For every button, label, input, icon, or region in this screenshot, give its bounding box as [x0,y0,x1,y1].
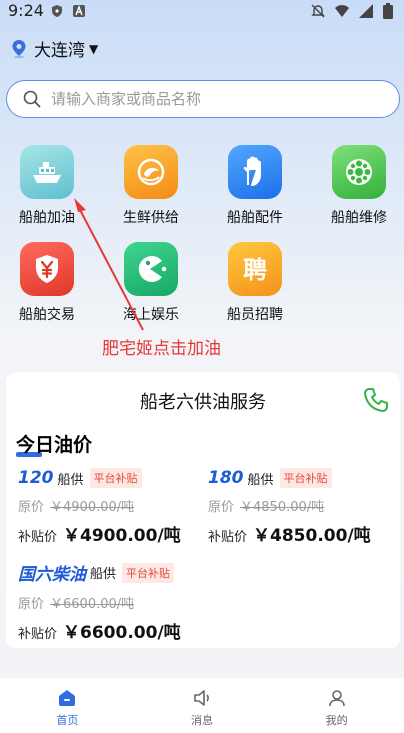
status-bar: 9:24 [0,0,404,24]
orig-label: 原价 [18,597,45,612]
bottom-nav: 首页 消息 我的 [0,678,404,733]
nav-item-profile[interactable]: 我的 [269,678,404,733]
grid-label: 船舶配件 [227,210,283,226]
grid-label: 船舶交易 [19,307,75,323]
nav-item-home[interactable]: 首页 [0,678,135,733]
grid-item-recruit[interactable]: 聘 船员招聘 [214,242,296,324]
wifi-icon [335,5,349,17]
home-icon [59,690,76,706]
sub-label: 补贴价 [208,530,248,545]
orig-label: 原价 [18,500,45,515]
supply-text: 船供 [90,567,117,582]
search-icon [23,90,41,108]
fuel-name: 国六柴油 [18,565,86,585]
sub-price: ￥4900.00/吨 [63,526,181,546]
status-time: 9:24 [8,1,44,20]
grid-label: 船员招聘 [227,307,283,323]
section-title: 今日油价 [16,434,93,456]
grid-item-fuel[interactable]: 船舶加油 [6,145,88,227]
nav-label: 消息 [191,714,213,727]
orig-price: ￥4900.00/吨 [50,500,135,515]
orig-label: 原价 [208,500,235,515]
fuel-name: 120 [18,468,54,488]
subsidy-badge: 平台补贴 [89,468,142,488]
battery-icon [383,3,393,19]
profile-icon [328,690,345,707]
yen-shield-icon [20,242,74,296]
shrimp-icon [124,145,178,199]
price-block[interactable]: 180 船供 平台补贴 原价 ￥4850.00/吨 补贴价 ￥4850.00/吨 [208,468,398,546]
price-block[interactable]: 国六柴油 船供 平台补贴 原价 ￥6600.00/吨 补贴价 ￥6600.00/吨 [18,560,208,643]
recruit-icon: 聘 [228,242,282,296]
orig-price: ￥6600.00/吨 [50,597,135,612]
search-input[interactable] [51,90,351,108]
supply-text: 船供 [57,472,84,488]
location-caret-icon: ▼ [89,41,99,56]
supply-text: 船供 [247,472,274,488]
grid-item-entertainment[interactable]: 海上娱乐 [110,242,192,324]
nav-label: 首页 [56,714,79,727]
location-label: 大连湾 [34,41,85,61]
shield-status-icon [52,5,62,17]
svg-text:聘: 聘 [243,256,267,284]
grid-item-fresh[interactable]: 生鲜供给 [110,145,192,227]
sub-price: ￥4850.00/吨 [253,526,371,546]
subsidy-badge: 平台补贴 [122,562,175,583]
ship-icon [20,145,74,199]
grid-label: 船舶维修 [331,210,387,226]
sub-label: 补贴价 [18,530,58,545]
annotation-text: 肥宅姬点击加油 [102,339,221,359]
grid-item-parts[interactable]: 船舶配件 [214,145,296,227]
fuel-name: 180 [208,468,244,488]
pacman-icon [124,242,178,296]
mute-bell-icon [311,4,325,18]
price-block[interactable]: 120 船供 平台补贴 原价 ￥4900.00/吨 补贴价 ￥4900.00/吨 [18,468,208,546]
phone-icon[interactable] [362,386,390,414]
grid-label: 生鲜供给 [123,210,179,226]
oil-service-card: 船老六供油服务 今日油价 120 船供 平台补贴 原价 ￥4900.00/吨 补贴… [6,372,400,648]
status-right [310,3,394,19]
location-selector[interactable]: 大连湾 ▼ [10,36,98,61]
card-title: 船老六供油服务 [140,392,266,413]
orig-price: ￥4850.00/吨 [240,500,325,515]
sub-label: 补贴价 [18,627,58,642]
search-bar[interactable] [6,80,400,118]
signal-icon [359,4,373,18]
location-pin-icon [12,39,26,58]
subsidy-badge: 平台补贴 [279,468,332,488]
a-status-icon [73,5,85,17]
nav-label: 我的 [325,714,348,727]
grid-label: 海上娱乐 [123,307,179,323]
nav-item-messages[interactable]: 消息 [135,678,270,733]
grid-label: 船舶加油 [19,210,75,226]
grid-item-trade[interactable]: 船舶交易 [6,242,88,324]
hand-icon [228,145,282,199]
speaker-icon [194,690,209,706]
sub-price: ￥6600.00/吨 [63,623,181,643]
wheel-icon [332,145,386,199]
grid-item-repair[interactable]: 船舶维修 [318,145,400,227]
